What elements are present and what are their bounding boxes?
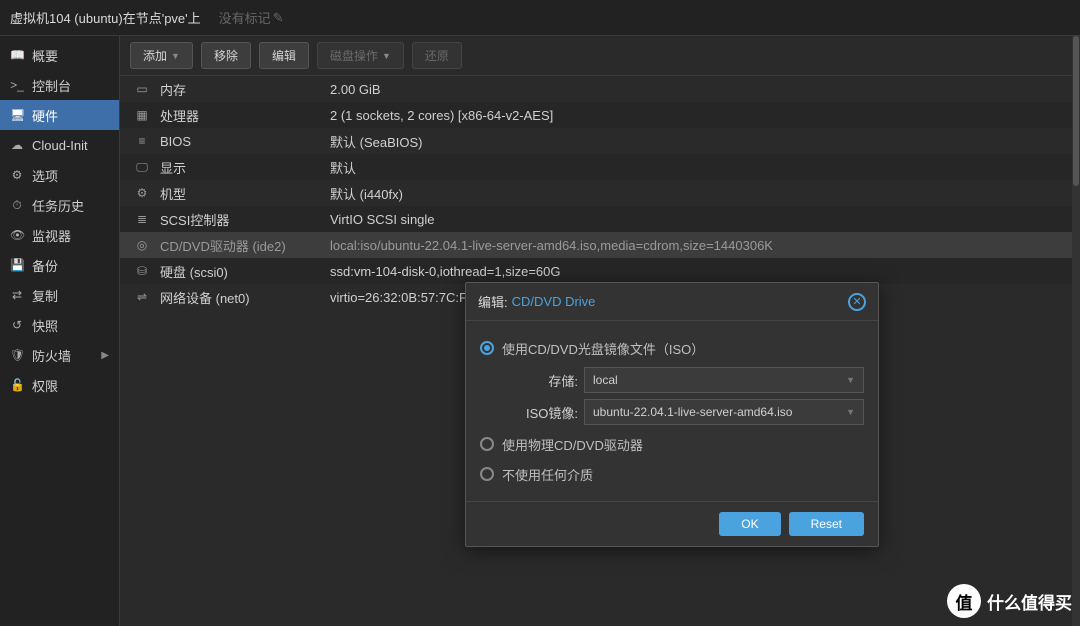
hw-row-bios[interactable]: ≡BIOS默认 (SeaBIOS)	[120, 128, 1080, 154]
no-tags-label[interactable]: 没有标记 ✎	[219, 8, 284, 27]
reset-button[interactable]: Reset	[789, 512, 864, 536]
chip-icon: ≡	[134, 134, 150, 148]
hdd-icon: ≣	[134, 212, 150, 226]
edit-cdrom-modal: 编辑: CD/DVD Drive ✕ 使用CD/DVD光盘镜像文件（ISO） 存…	[465, 282, 879, 547]
watermark: 值 什么值得买	[947, 584, 1072, 618]
header: 虚拟机104 (ubuntu)在节点'pve'上 没有标记 ✎	[0, 0, 1080, 36]
eye-icon: 👁	[10, 228, 24, 242]
close-button[interactable]: ✕	[848, 293, 866, 311]
display-icon: 🖵	[134, 160, 150, 175]
chevron-down-icon: ▼	[171, 51, 180, 61]
radio-icon	[480, 437, 494, 451]
terminal-icon: >_	[10, 78, 24, 92]
edit-button[interactable]: 编辑	[259, 42, 309, 69]
hw-row-disk[interactable]: ⛁硬盘 (scsi0)ssd:vm-104-disk-0,iothread=1,…	[120, 258, 1080, 284]
hw-row-memory[interactable]: ▭内存2.00 GiB	[120, 76, 1080, 102]
pencil-icon: ✎	[273, 10, 284, 26]
radio-icon	[480, 467, 494, 481]
sidebar-item-permissions[interactable]: 🔓权限	[0, 370, 119, 400]
history-icon: ↺	[10, 318, 24, 332]
sidebar-item-snapshot[interactable]: ↺快照	[0, 310, 119, 340]
ok-button[interactable]: OK	[719, 512, 780, 536]
shield-icon: 🛡	[10, 348, 24, 362]
sync-icon: ⇄	[10, 288, 24, 302]
toolbar: 添加▼ 移除 编辑 磁盘操作▼ 还原	[120, 36, 1080, 76]
memory-icon: ▭	[134, 82, 150, 96]
sidebar-item-console[interactable]: >_控制台	[0, 70, 119, 100]
modal-title-prefix: 编辑:	[478, 292, 508, 311]
hardware-list: ▭内存2.00 GiB ▦处理器2 (1 sockets, 2 cores) […	[120, 76, 1080, 310]
radio-use-none[interactable]: 不使用任何介质	[480, 459, 864, 489]
add-button[interactable]: 添加▼	[130, 42, 193, 69]
sidebar-item-taskhistory[interactable]: ⏱任务历史	[0, 190, 119, 220]
watermark-icon: 值	[947, 584, 981, 618]
book-icon: 📖	[10, 48, 24, 62]
list-icon: ⏱	[10, 198, 24, 213]
sidebar: 📖概要 >_控制台 🖥硬件 ☁Cloud-Init ⚙选项 ⏱任务历史 👁监视器…	[0, 36, 120, 626]
hw-row-cdrom[interactable]: ◎CD/DVD驱动器 (ide2)local:iso/ubuntu-22.04.…	[120, 232, 1080, 258]
cloud-icon: ☁	[10, 138, 24, 152]
disk-icon: ⛁	[134, 264, 150, 278]
sidebar-item-hardware[interactable]: 🖥硬件	[0, 100, 119, 130]
storage-select[interactable]: local ▼	[584, 367, 864, 393]
gear-icon: ⚙	[10, 168, 24, 182]
modal-footer: OK Reset	[466, 501, 878, 546]
scrollbar-thumb[interactable]	[1073, 36, 1079, 186]
disc-icon: ◎	[134, 238, 150, 252]
modal-header: 编辑: CD/DVD Drive ✕	[466, 283, 878, 321]
hw-row-display[interactable]: 🖵显示默认	[120, 154, 1080, 180]
chevron-down-icon: ▼	[846, 407, 855, 417]
chevron-right-icon: ▶	[101, 350, 109, 361]
radio-use-physical[interactable]: 使用物理CD/DVD驱动器	[480, 429, 864, 459]
hw-row-scsi[interactable]: ≣SCSI控制器VirtIO SCSI single	[120, 206, 1080, 232]
monitor-icon: 🖥	[10, 108, 24, 122]
sidebar-item-monitor[interactable]: 👁监视器	[0, 220, 119, 250]
cog-icon: ⚙	[134, 186, 150, 200]
disk-action-button: 磁盘操作▼	[317, 42, 404, 69]
radio-use-iso[interactable]: 使用CD/DVD光盘镜像文件（ISO）	[480, 333, 864, 363]
save-icon: 💾	[10, 258, 24, 272]
remove-button[interactable]: 移除	[201, 42, 251, 69]
sidebar-item-options[interactable]: ⚙选项	[0, 160, 119, 190]
hw-row-cpu[interactable]: ▦处理器2 (1 sockets, 2 cores) [x86-64-v2-AE…	[120, 102, 1080, 128]
modal-title: CD/DVD Drive	[512, 294, 596, 309]
chevron-down-icon: ▼	[846, 375, 855, 385]
unlock-icon: 🔓	[10, 378, 24, 392]
network-icon: ⇌	[134, 290, 150, 304]
sidebar-item-firewall[interactable]: 🛡防火墙▶	[0, 340, 119, 370]
sidebar-item-cloudinit[interactable]: ☁Cloud-Init	[0, 130, 119, 160]
iso-label: ISO镜像:	[480, 403, 584, 422]
scrollbar[interactable]	[1072, 36, 1080, 626]
cpu-icon: ▦	[134, 108, 150, 122]
radio-icon	[480, 341, 494, 355]
page-title: 虚拟机104 (ubuntu)在节点'pve'上	[10, 8, 201, 27]
revert-button: 还原	[412, 42, 462, 69]
sidebar-item-backup[interactable]: 💾备份	[0, 250, 119, 280]
sidebar-item-replication[interactable]: ⇄复制	[0, 280, 119, 310]
sidebar-item-summary[interactable]: 📖概要	[0, 40, 119, 70]
iso-select[interactable]: ubuntu-22.04.1-live-server-amd64.iso ▼	[584, 399, 864, 425]
storage-label: 存储:	[480, 371, 584, 390]
hw-row-machine[interactable]: ⚙机型默认 (i440fx)	[120, 180, 1080, 206]
chevron-down-icon: ▼	[382, 51, 391, 61]
